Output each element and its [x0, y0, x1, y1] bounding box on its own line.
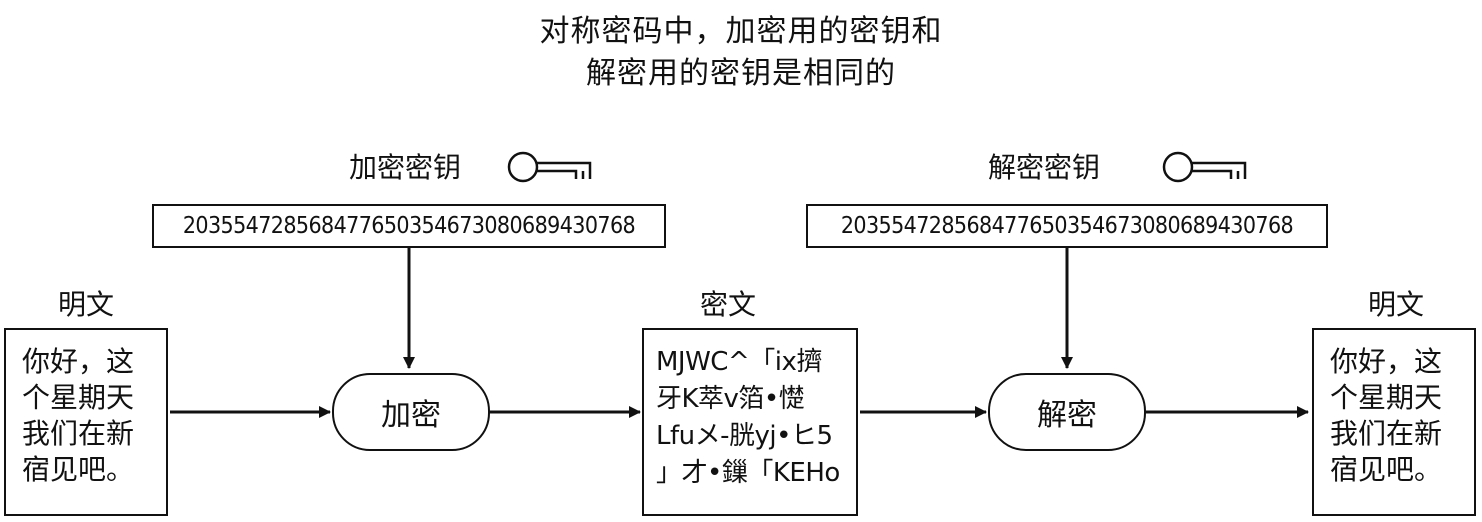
plaintext-input-label: 明文 [58, 288, 115, 321]
plaintext-output-line: 个星期天 [1330, 381, 1443, 414]
plaintext-input-box: 你好，这 个星期天 我们在新 宿见吧。 [4, 328, 168, 516]
decrypt-process-label: 解密 [1037, 398, 1097, 433]
encryption-key-value: 203554728568477650354673080689430768 [182, 213, 636, 239]
plaintext-output-label: 明文 [1368, 288, 1425, 321]
ciphertext-line: 」才•鏁「KEHo [656, 458, 840, 488]
decryption-key-value: 203554728568477650354673080689430768 [840, 213, 1294, 239]
encryption-key-box: 203554728568477650354673080689430768 [152, 204, 666, 248]
encrypt-process-label: 加密 [381, 398, 441, 433]
decryption-key-label: 解密密钥 [988, 151, 1101, 184]
decrypt-process: 解密 [988, 373, 1146, 451]
plaintext-input-line: 我们在新 [22, 417, 135, 450]
plaintext-input-line: 你好，这 [22, 345, 135, 378]
key-icon [507, 151, 592, 183]
plaintext-output-box: 你好，这 个星期天 我们在新 宿见吧。 [1312, 328, 1476, 516]
plaintext-output-line: 宿见吧。 [1330, 453, 1443, 486]
encryption-key-label: 加密密钥 [349, 151, 462, 184]
ciphertext-line: MJWC^「ix擠 [656, 347, 822, 377]
ciphertext-line: 牙K萃v箔•憷 [656, 384, 805, 414]
decryption-key-box: 203554728568477650354673080689430768 [806, 204, 1328, 248]
plaintext-output-line: 你好，这 [1330, 345, 1443, 378]
key-icon [1162, 151, 1247, 183]
encrypt-process: 加密 [332, 373, 490, 451]
plaintext-output-line: 我们在新 [1330, 417, 1443, 450]
ciphertext-line: Lfuメ-胱yj•ヒ5 [656, 421, 833, 451]
plaintext-input-line: 宿见吧。 [22, 453, 135, 486]
ciphertext-box: MJWC^「ix擠 牙K萃v箔•憷 Lfuメ-胱yj•ヒ5 」才•鏁「KEHo [642, 328, 858, 516]
plaintext-input-line: 个星期天 [22, 381, 135, 414]
ciphertext-label: 密文 [700, 288, 757, 321]
